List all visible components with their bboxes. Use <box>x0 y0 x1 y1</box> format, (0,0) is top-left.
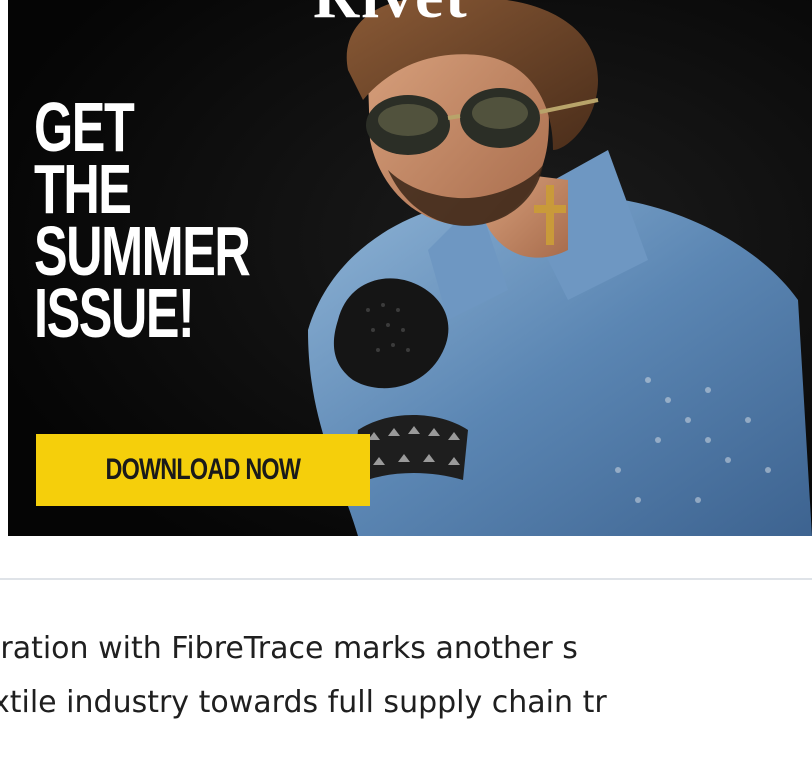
summer-issue-ad-banner[interactable]: Rivet GET THE SUMMER ISSUE! DOWNLOAD NOW <box>8 0 812 536</box>
article-body: oration with FibreTrace marks another s … <box>0 596 812 770</box>
ad-headline-line: ISSUE! <box>34 274 195 352</box>
ad-headline-line: SUMMER <box>34 212 251 290</box>
download-now-label: DOWNLOAD NOW <box>105 453 301 486</box>
page: Rivet GET THE SUMMER ISSUE! DOWNLOAD NOW… <box>0 0 812 770</box>
ad-headline: GET THE SUMMER ISSUE! <box>34 88 251 352</box>
ad-headline-line: THE <box>34 150 132 228</box>
article-text-line: xtile industry towards full supply chain… <box>0 685 607 720</box>
magazine-masthead: Rivet <box>313 0 469 28</box>
download-now-button[interactable]: DOWNLOAD NOW <box>36 434 370 506</box>
ad-headline-line: GET <box>34 88 135 166</box>
article-text-line: oration with FibreTrace marks another s <box>0 631 578 666</box>
section-divider <box>0 578 812 580</box>
